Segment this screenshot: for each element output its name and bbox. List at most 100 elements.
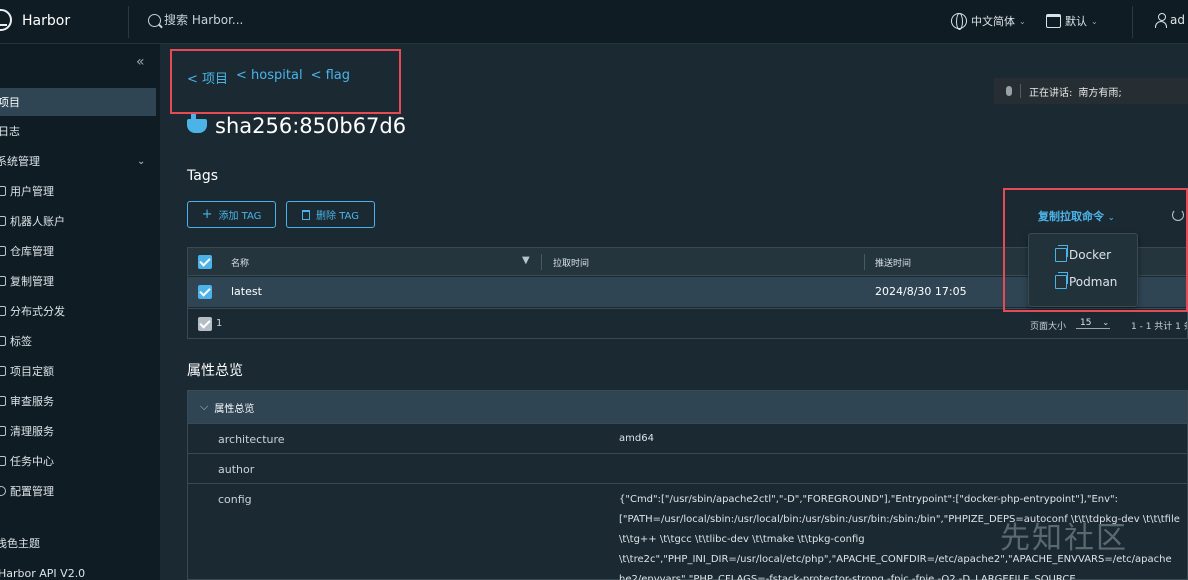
column-push-time[interactable]: 推送时间 xyxy=(875,256,911,269)
sidebar-item-label: 系统管理 xyxy=(0,155,40,168)
config-line: {"Cmd":["/usr/sbin/apache2ctl","-D","FOR… xyxy=(619,494,1119,505)
user-menu[interactable]: ad xyxy=(1155,13,1185,28)
page-size-select[interactable]: 15 ⌄ xyxy=(1076,318,1110,329)
harbor-logo-icon[interactable] xyxy=(0,9,12,31)
delete-tag-label: 删除 TAG xyxy=(316,211,359,222)
sidebar-item-label: 任务中心 xyxy=(10,455,54,468)
distribution-icon xyxy=(0,306,6,316)
tag-name[interactable]: latest xyxy=(231,285,262,298)
speaking-label: 正在讲话: xyxy=(1029,87,1073,99)
tag-push-time: 2024/8/30 17:05 xyxy=(875,285,967,298)
scan-icon xyxy=(0,396,6,406)
sidebar-item-label: 标签 xyxy=(10,335,32,348)
sidebar-item-label: 清理服务 xyxy=(10,425,54,438)
users-icon xyxy=(0,186,6,196)
sidebar-item-users[interactable]: 用户管理 xyxy=(0,177,156,205)
brand-name[interactable]: Harbor xyxy=(22,13,70,29)
page-size-label: 页面大小 xyxy=(1030,322,1067,332)
replication-icon xyxy=(0,276,6,286)
properties-panel-header[interactable]: ⌵ 属性总览 xyxy=(188,391,1187,423)
sidebar-item-label: 配置管理 xyxy=(10,485,54,498)
sidebar-item-robot-accounts[interactable]: 机器人账户 xyxy=(0,207,156,235)
theme-label: 浅色主题 xyxy=(0,537,40,550)
sidebar-item-replications[interactable]: 复制管理 xyxy=(0,267,156,295)
add-tag-label: 添加 TAG xyxy=(218,211,262,222)
filter-icon[interactable]: ▼ xyxy=(522,255,530,266)
sidebar-item-quotas[interactable]: 项目定额 xyxy=(0,357,156,385)
language-selector[interactable]: 中文简体 ⌄ xyxy=(951,13,1026,30)
sidebar-item-configuration[interactable]: 配置管理 xyxy=(0,477,156,505)
sidebar-item-label: 分布式分发 xyxy=(10,305,65,318)
sidebar-item-label: 项目 xyxy=(0,96,20,109)
sidebar-item-interrogation[interactable]: 审查服务 xyxy=(0,387,156,415)
theme-toggle[interactable]: 浅色主题 xyxy=(0,529,156,557)
sidebar-item-registries[interactable]: 仓库管理 xyxy=(0,237,156,265)
property-key: author xyxy=(218,463,255,476)
property-key: config xyxy=(218,493,252,506)
artifact-title: sha256:850b67d6 xyxy=(187,114,406,138)
highlight-box xyxy=(170,49,401,114)
sidebar-item-job-service[interactable]: 任务中心 xyxy=(0,447,156,475)
sidebar-item-label: 用户管理 xyxy=(10,185,54,198)
properties-heading: 属性总览 xyxy=(187,363,243,379)
add-tag-button[interactable]: + 添加 TAG xyxy=(187,201,276,228)
header-divider xyxy=(1132,6,1133,38)
voice-chat-bar: 正在讲话: 南方有雨; xyxy=(994,78,1188,104)
selection-checkbox xyxy=(198,317,212,331)
sidebar-item-label: 机器人账户 xyxy=(10,215,65,228)
sidebar-item-logs[interactable]: 日志 xyxy=(0,117,156,145)
highlight-box xyxy=(1003,188,1188,312)
header-divider xyxy=(128,6,129,38)
sidebar-item-label: 审查服务 xyxy=(10,395,54,408)
table-footer: 1 页面大小 15 ⌄ 1 - 1 共计 1 条 xyxy=(188,308,1187,339)
trash-icon xyxy=(302,209,311,220)
property-row: author xyxy=(188,453,1187,483)
column-name[interactable]: 名称 xyxy=(231,256,249,269)
page-size-value: 15 xyxy=(1080,318,1092,328)
tags-heading: Tags xyxy=(187,168,218,184)
docker-icon xyxy=(187,114,207,133)
datetime-format-label: 默认 xyxy=(1065,15,1087,28)
user-name: ad xyxy=(1170,13,1185,27)
gear-icon xyxy=(0,486,6,496)
row-checkbox[interactable] xyxy=(198,285,212,299)
plus-icon: + xyxy=(201,207,213,222)
sidebar-item-label: 复制管理 xyxy=(10,275,54,288)
chevron-down-icon: ⌄ xyxy=(1102,318,1110,327)
sidebar-item-labels[interactable]: 标签 xyxy=(0,327,156,355)
tag-icon xyxy=(0,336,6,346)
robot-icon xyxy=(0,216,6,226)
job-icon xyxy=(0,456,6,466)
microphone-icon xyxy=(1006,86,1012,96)
properties-panel-title: 属性总览 xyxy=(214,403,255,415)
datetime-format-selector[interactable]: 默认 ⌄ xyxy=(1046,13,1098,29)
select-all-checkbox[interactable] xyxy=(198,255,212,269)
user-icon xyxy=(1155,13,1167,28)
collapse-sidebar-button[interactable]: « xyxy=(136,54,145,70)
sidebar-item-administration[interactable]: 系统管理 ⌄ xyxy=(0,147,156,175)
top-header: Harbor 中文简体 ⌄ 默认 ⌄ ad xyxy=(0,0,1188,44)
chevron-down-icon: ⌄ xyxy=(1019,16,1026,26)
chevron-down-icon: ⌄ xyxy=(137,155,146,167)
search-icon xyxy=(148,14,161,27)
sidebar-item-clean-up[interactable]: 清理服务 xyxy=(0,417,156,445)
delete-tag-button[interactable]: 删除 TAG xyxy=(286,201,375,228)
selected-count: 1 xyxy=(216,318,223,329)
language-label: 中文简体 xyxy=(971,15,1015,28)
registry-icon xyxy=(0,246,6,256)
chevron-down-icon: ⌄ xyxy=(1091,16,1098,26)
column-pull-time[interactable]: 拉取时间 xyxy=(553,256,589,269)
pagination-summary: 1 - 1 共计 1 条 xyxy=(1131,322,1187,332)
sidebar-item-distributions[interactable]: 分布式分发 xyxy=(0,297,156,325)
sidebar: « 项目 日志 系统管理 ⌄ 用户管理 机器人账户 仓库管理 复制管理 分布式分… xyxy=(0,44,160,580)
sidebar-item-label: 项目定额 xyxy=(10,365,54,378)
trash-icon xyxy=(0,426,6,436)
calendar-icon xyxy=(1046,14,1061,28)
divider xyxy=(1020,84,1021,98)
search-input[interactable] xyxy=(164,13,364,27)
config-line: he2/envvars","PHP_CFLAGS=-fstack-protect… xyxy=(619,574,1076,580)
main-content: < 项目 < hospital < flag 正在讲话: 南方有雨; sha25… xyxy=(160,44,1188,580)
column-separator xyxy=(864,254,865,270)
api-link[interactable]: Harbor API V2.0 xyxy=(0,559,156,580)
sidebar-item-projects[interactable]: 项目 xyxy=(0,88,156,116)
